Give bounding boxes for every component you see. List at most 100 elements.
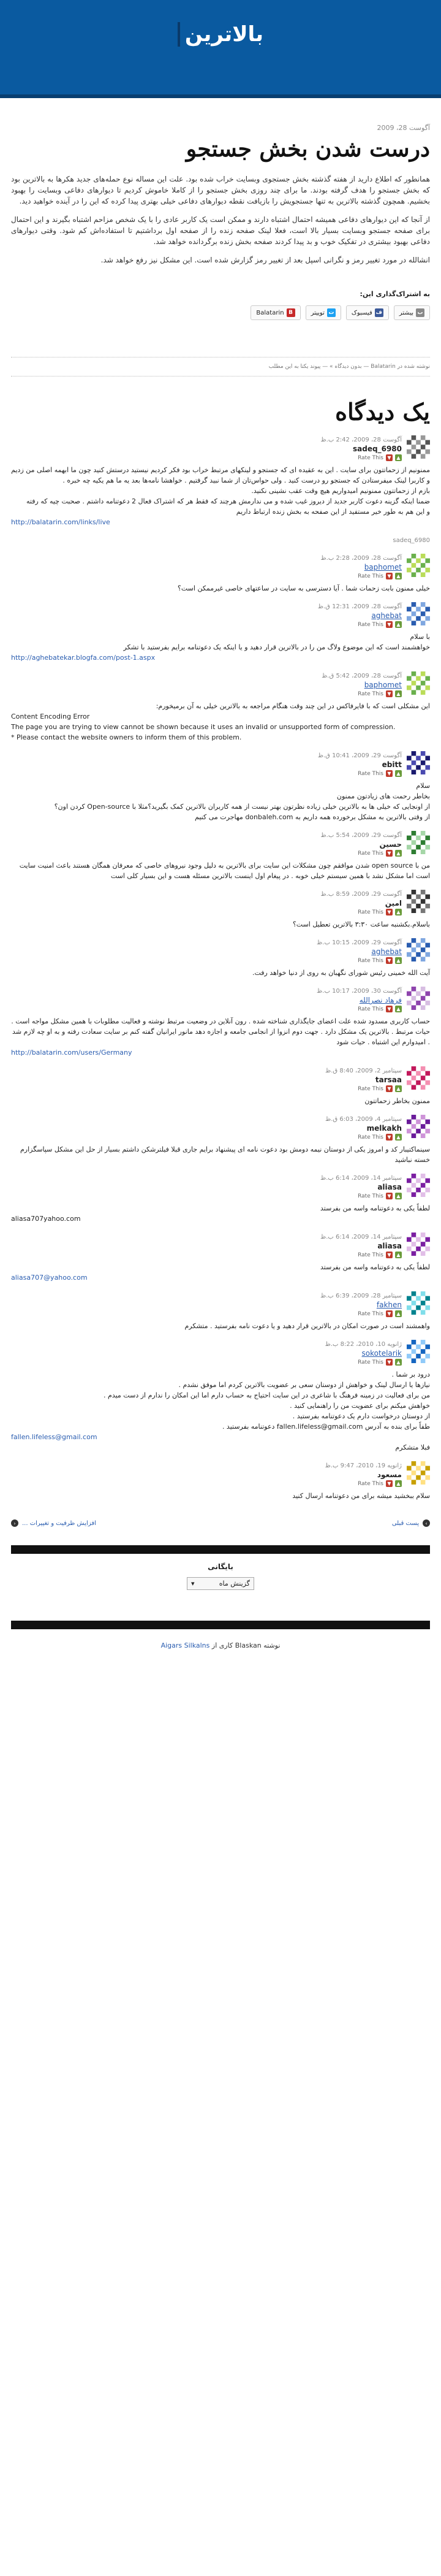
thumbs-up-icon[interactable]: ▲ bbox=[395, 1480, 402, 1487]
avatar bbox=[407, 1461, 430, 1485]
comment-link[interactable]: http://balatarin.com/links/live bbox=[11, 517, 430, 527]
thumbs-down-icon[interactable]: ▼ bbox=[386, 1480, 393, 1487]
comment-link[interactable]: aliasa707@yahoo.com bbox=[11, 1272, 430, 1283]
thumbs-up-icon[interactable]: ▲ bbox=[395, 573, 402, 579]
thumbs-up-icon[interactable]: ▲ bbox=[395, 1006, 402, 1012]
comment-author[interactable]: baphomet bbox=[364, 563, 402, 571]
comment-header: آگوست 29، 2009، 10:15 ب.ظ aghebat ▲ ▼ Rate T… bbox=[11, 938, 430, 964]
prev-post-link[interactable]: › پست قبلی bbox=[392, 1519, 430, 1527]
thumbs-down-icon[interactable]: ▼ bbox=[386, 573, 393, 579]
comment-header: آگوست 29، 2009، 5:54 ب.ظ حسین ▲ ▼ Rate This bbox=[11, 831, 430, 857]
thumbs-up-icon[interactable]: ▲ bbox=[395, 621, 402, 628]
comment-meta: ژانویه 19، 2010، 9:47 ب.ظ مسعود ▲ ▼ Rate Thi… bbox=[325, 1461, 402, 1487]
comment-line: فبلا متشکرم bbox=[395, 1443, 430, 1451]
thumbs-down-icon[interactable]: ▼ bbox=[386, 1193, 393, 1199]
thumbs-down-icon[interactable]: ▼ bbox=[386, 1085, 393, 1092]
rate-label: Rate This bbox=[358, 621, 383, 628]
post-date: آگوست 28، 2009 bbox=[377, 124, 430, 132]
thumbs-up-icon[interactable]: ▲ bbox=[395, 770, 402, 777]
comment-header: ژانویه 10، 2010، 8:22 ب.ظ sokotelarik ▲ ▼ Ra… bbox=[11, 1340, 430, 1366]
thumbs-down-icon[interactable]: ▼ bbox=[386, 454, 393, 461]
share-title: به اشتراک‌گذاری این: bbox=[360, 290, 430, 298]
comment-header: آگوست 28، 2009، 2:28 ب.ظ baphomet ▲ ▼ Rate T… bbox=[11, 554, 430, 579]
thumbs-up-icon[interactable]: ▲ bbox=[395, 1193, 402, 1199]
thumbs-down-icon[interactable]: ▼ bbox=[386, 909, 393, 915]
comment-line: و این هم به طور خیر مستفید از این صفحه ب… bbox=[236, 508, 430, 516]
avatar bbox=[407, 554, 430, 577]
comment-link[interactable]: fallen.lifeless@gmail.com bbox=[11, 1432, 430, 1442]
comments-title: یک دیدگاه bbox=[335, 398, 430, 426]
site-logo[interactable]: بالاترین bbox=[177, 16, 263, 53]
thumbs-up-icon[interactable]: ▲ bbox=[395, 1134, 402, 1141]
site-footer: نوشته Blaskan کاری از Aigars Silkalns bbox=[11, 1642, 430, 1649]
comment: آگوست 28، 2009، 2:42 ب.ظ sadeq_6980 ▲ ▼ Rate… bbox=[11, 435, 430, 545]
comment-author[interactable]: fakhen bbox=[377, 1301, 402, 1309]
share-button[interactable]: ب بیشتر bbox=[393, 305, 430, 320]
thumbs-down-icon[interactable]: ▼ bbox=[386, 770, 393, 777]
footer-author-link[interactable]: Aigars Silkalns bbox=[161, 1642, 210, 1649]
next-post-link[interactable]: افزایش ظرفیت و تغییرات ... ‹ bbox=[11, 1519, 96, 1527]
comment: آگوست 28، 2009، 5:42 ق.ظ baphomet ▲ ▼ Rate T… bbox=[11, 671, 430, 743]
rating: ▲ ▼ Rate This bbox=[317, 957, 402, 964]
comment-author[interactable]: aghebat bbox=[371, 947, 402, 956]
next-post-label[interactable]: افزایش ظرفیت و تغییرات ... bbox=[22, 1520, 96, 1527]
share-button[interactable]: B Balatarin bbox=[251, 305, 301, 320]
comment-author: حسین bbox=[379, 840, 402, 849]
comment-line-en: aliasa707yahoo.com bbox=[11, 1215, 81, 1223]
thumbs-up-icon[interactable]: ▲ bbox=[395, 850, 402, 857]
thumbs-down-icon[interactable]: ▼ bbox=[386, 957, 393, 964]
thumbs-up-icon[interactable]: ▲ bbox=[395, 1359, 402, 1366]
comment-line: با سلام bbox=[410, 633, 430, 641]
prev-post-label[interactable]: پست قبلی bbox=[392, 1520, 419, 1527]
thumbs-up-icon[interactable]: ▲ bbox=[395, 909, 402, 915]
post-title[interactable]: درست شدن بخش جستجو bbox=[11, 136, 430, 162]
thumbs-down-icon[interactable]: ▼ bbox=[386, 1359, 393, 1366]
comment-list: آگوست 28، 2009، 2:42 ب.ظ sadeq_6980 ▲ ▼ Rate… bbox=[11, 435, 430, 1501]
share-button[interactable]: ت توییتر bbox=[305, 305, 341, 320]
comment-link[interactable]: http://balatarin.com/users/Germany bbox=[11, 1047, 430, 1058]
thumbs-down-icon[interactable]: ▼ bbox=[386, 850, 393, 857]
comment-line: واهمشند است در صورت امکان در بالاترین قر… bbox=[184, 1322, 431, 1330]
share-button[interactable]: ف فیسبوک bbox=[345, 305, 389, 320]
comment-line: لطفاً یکی به دعوتنامه واسه من بفرستد bbox=[320, 1263, 430, 1271]
comment-author[interactable]: فرهاد نصرالله bbox=[360, 996, 402, 1004]
comment-author: امین bbox=[385, 899, 402, 908]
post-meta: نوشته شده در Balatarin — بدون دیدگاه » —… bbox=[11, 357, 430, 376]
comment: آگوست 28، 2009، 2:28 ب.ظ baphomet ▲ ▼ Rate T… bbox=[11, 554, 430, 594]
comment: ژانویه 10، 2010، 8:22 ب.ظ sokotelarik ▲ ▼ Ra… bbox=[11, 1340, 430, 1453]
thumbs-down-icon[interactable]: ▼ bbox=[386, 1134, 393, 1141]
comment-date: آگوست 28، 2009، 2:28 ب.ظ bbox=[320, 555, 402, 562]
thumbs-up-icon[interactable]: ▲ bbox=[395, 454, 402, 461]
post-paragraph: انشالله در مورد تغییر رمز و نگرانی اسپل … bbox=[100, 256, 430, 264]
thumbs-down-icon[interactable]: ▼ bbox=[386, 690, 393, 697]
comment-author[interactable]: sokotelarik bbox=[362, 1349, 402, 1358]
logo-flag-icon bbox=[177, 22, 180, 47]
thumbs-down-icon[interactable]: ▼ bbox=[386, 1006, 393, 1012]
rating: ▲ ▼ Rate This bbox=[320, 909, 402, 915]
comment-line: از اونجایی که خیلی ها به بالاترین خیلی ز… bbox=[54, 803, 430, 811]
comment-line: ممنونیم از زحماتتون برای سایت . این به ع… bbox=[11, 466, 430, 484]
thumbs-down-icon[interactable]: ▼ bbox=[386, 1252, 393, 1258]
thumbs-down-icon[interactable]: ▼ bbox=[386, 621, 393, 628]
comment-meta: آگوست 28، 2009، 2:28 ب.ظ baphomet ▲ ▼ Rate T… bbox=[320, 554, 402, 579]
rating: ▲ ▼ Rate This bbox=[322, 690, 402, 697]
archive-month-select[interactable]: گزینش ماه ▾ bbox=[187, 1577, 254, 1590]
thumbs-up-icon[interactable]: ▲ bbox=[395, 690, 402, 697]
thumbs-up-icon[interactable]: ▲ bbox=[395, 1252, 402, 1258]
thumbs-up-icon[interactable]: ▲ bbox=[395, 1310, 402, 1317]
comment: آگوست 30، 2009، 10:17 ب.ظ فرهاد نصرالله ▲ ▼… bbox=[11, 987, 430, 1058]
rating: ▲ ▼ Rate This bbox=[320, 850, 402, 857]
comment: سپتامبر 14، 2009، 6:14 ب.ظ aliasa ▲ ▼ Rate T… bbox=[11, 1174, 430, 1224]
comment-author[interactable]: baphomet bbox=[364, 681, 402, 689]
avatar bbox=[407, 751, 430, 774]
post-paragraph: از آنجا که این دیوارهای دفاعی همیشه احتم… bbox=[11, 215, 430, 246]
comment-link[interactable]: http://aghebatekar.blogfa.com/post-1.asp… bbox=[11, 652, 430, 663]
thumbs-up-icon[interactable]: ▲ bbox=[395, 1085, 402, 1092]
comment-author[interactable]: aghebat bbox=[371, 611, 402, 620]
thumbs-down-icon[interactable]: ▼ bbox=[386, 1310, 393, 1317]
comment-line: من برای فعالیت در زمینه فرهنگ با شاعری د… bbox=[104, 1391, 430, 1399]
comment-meta: آگوست 28، 2009، 12:31 ق.ظ aghebat ▲ ▼ Rate T… bbox=[318, 602, 402, 628]
thumbs-up-icon[interactable]: ▲ bbox=[395, 957, 402, 964]
avatar bbox=[407, 890, 430, 913]
comment-meta: آگوست 29، 2009، 10:15 ب.ظ aghebat ▲ ▼ Rate T… bbox=[317, 938, 402, 964]
